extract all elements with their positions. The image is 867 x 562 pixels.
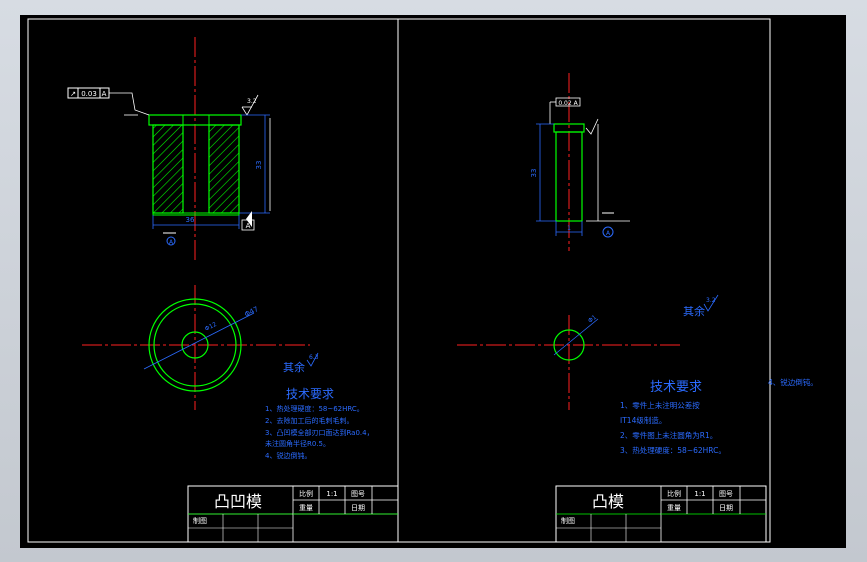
right-scale-value: 1:1 (694, 490, 705, 498)
right-dim-height: 33 (530, 169, 538, 178)
right-weight-label: 重量 (667, 504, 681, 512)
right-roughness-other-label: 其余 (683, 304, 705, 318)
left-height-dimension: 33 (239, 114, 271, 214)
svg-text:Φ12: Φ12 (204, 321, 218, 333)
left-drawing: ↗ 0.03 A 3.2 33 A 36 A Φ47 Φ12 其余 6.3 技术… (67, 37, 399, 543)
drawing-frame (27, 18, 771, 543)
right-tech-line-4: 3、热处理硬度：58~62HRC。 (620, 445, 726, 455)
right-tolerance-frame: 0.02 A (549, 97, 581, 124)
hatch-left (152, 124, 184, 214)
cad-drawing-canvas: ↗ 0.03 A 3.2 33 A 36 A Φ47 Φ12 其余 6.3 技术… (20, 15, 846, 548)
right-drawing-no-label: 图号 (719, 490, 733, 498)
right-drawing: 0.02 A 33 1 A Φ1 其余 3.2 技术要求 1、零件上未注明公差按… (457, 73, 818, 543)
roughness-other-label: 其余 (283, 360, 305, 374)
right-tech-line-1: 1、零件上未注明公差按 (620, 400, 700, 410)
dim-diameter: Φ47 (243, 305, 259, 319)
tech-line-2: 2、去除加工后的毛刺毛刺。 (265, 416, 353, 425)
drawn-label: 制图 (193, 516, 207, 525)
base-line (152, 212, 240, 216)
right-dim-width: 1 (567, 225, 571, 232)
title-name: 凸凹模 (214, 492, 262, 511)
left-tech-requirements: 技术要求 1、热处理硬度：58~62HRC。 2、去除加工后的毛刺毛刺。 3、凸… (265, 387, 374, 460)
right-top-view: Φ1 (553, 314, 599, 361)
drawing-no-label: 图号 (351, 490, 365, 498)
dim-width-text: 36 (186, 216, 195, 224)
left-datum-a: A (241, 211, 255, 231)
right-roughness-other: 其余 3.2 (683, 294, 719, 318)
right-tech-title: 技术要求 (650, 380, 702, 395)
right-date-label: 日期 (719, 504, 733, 512)
left-roughness-other: 其余 6.3 (283, 352, 319, 374)
right-tech-requirements: 技术要求 1、零件上未注明公差按 IT14级制造。 2、零件图上未注圆角为R1。… (620, 377, 818, 455)
right-datum: A (586, 212, 630, 238)
hatch-right (208, 124, 240, 214)
datum-label: A (246, 222, 251, 230)
dim-height-text: 33 (255, 161, 263, 170)
scale-value: 1:1 (326, 490, 337, 498)
left-tolerance-frame: ↗ 0.03 A (67, 87, 150, 116)
tech-line-4: 未注圆角半径R0.5。 (265, 439, 330, 448)
right-tech-line-2: IT14级制造。 (620, 415, 666, 425)
right-tolerance-text: 0.02 A (558, 100, 578, 107)
right-title-name: 凸模 (592, 492, 624, 511)
right-scale-label: 比例 (667, 489, 681, 498)
roughness-value-top: 3.2 (247, 98, 257, 105)
right-tech-line-3: 2、零件图上未注圆角为R1。 (620, 430, 717, 440)
right-roughness-mark (585, 118, 599, 135)
tolerance-symbol: ↗ (70, 90, 76, 98)
weight-label: 重量 (299, 504, 313, 512)
diameter-leader (143, 312, 255, 370)
right-height-dimension: 33 (530, 123, 599, 222)
tolerance-value: 0.03 (81, 90, 97, 98)
date-label: 日期 (351, 504, 365, 512)
scale-label: 比例 (299, 489, 313, 498)
left-width-dimension: 36 (152, 215, 240, 229)
left-section-mark: A (163, 232, 176, 246)
right-side-note: 4、锐边倒钝。 (768, 377, 818, 387)
section-label: A (169, 239, 174, 246)
tech-line-1: 1、热处理硬度：58~62HRC。 (265, 404, 364, 413)
left-roughness-top: 3.2 (241, 94, 259, 116)
right-title-block: 凸模 比例 1:1 图号 重量 日期 制图 (555, 485, 767, 543)
right-drawn-label: 制图 (561, 516, 575, 525)
tech-title: 技术要求 (286, 387, 334, 401)
tech-line-3: 3、凸凹模全部刃口面达到Ra0.4， (265, 428, 374, 437)
left-title-block: 凸凹模 比例 1:1 图号 重量 日期 制图 (187, 485, 399, 543)
cad-drawing-svg: ↗ 0.03 A 3.2 33 A 36 A Φ47 Φ12 其余 6.3 技术… (27, 18, 818, 543)
tolerance-datum: A (102, 90, 107, 98)
right-dim-diameter: Φ1 (587, 314, 598, 325)
tech-line-5: 4、锐边倒钝。 (265, 451, 311, 460)
